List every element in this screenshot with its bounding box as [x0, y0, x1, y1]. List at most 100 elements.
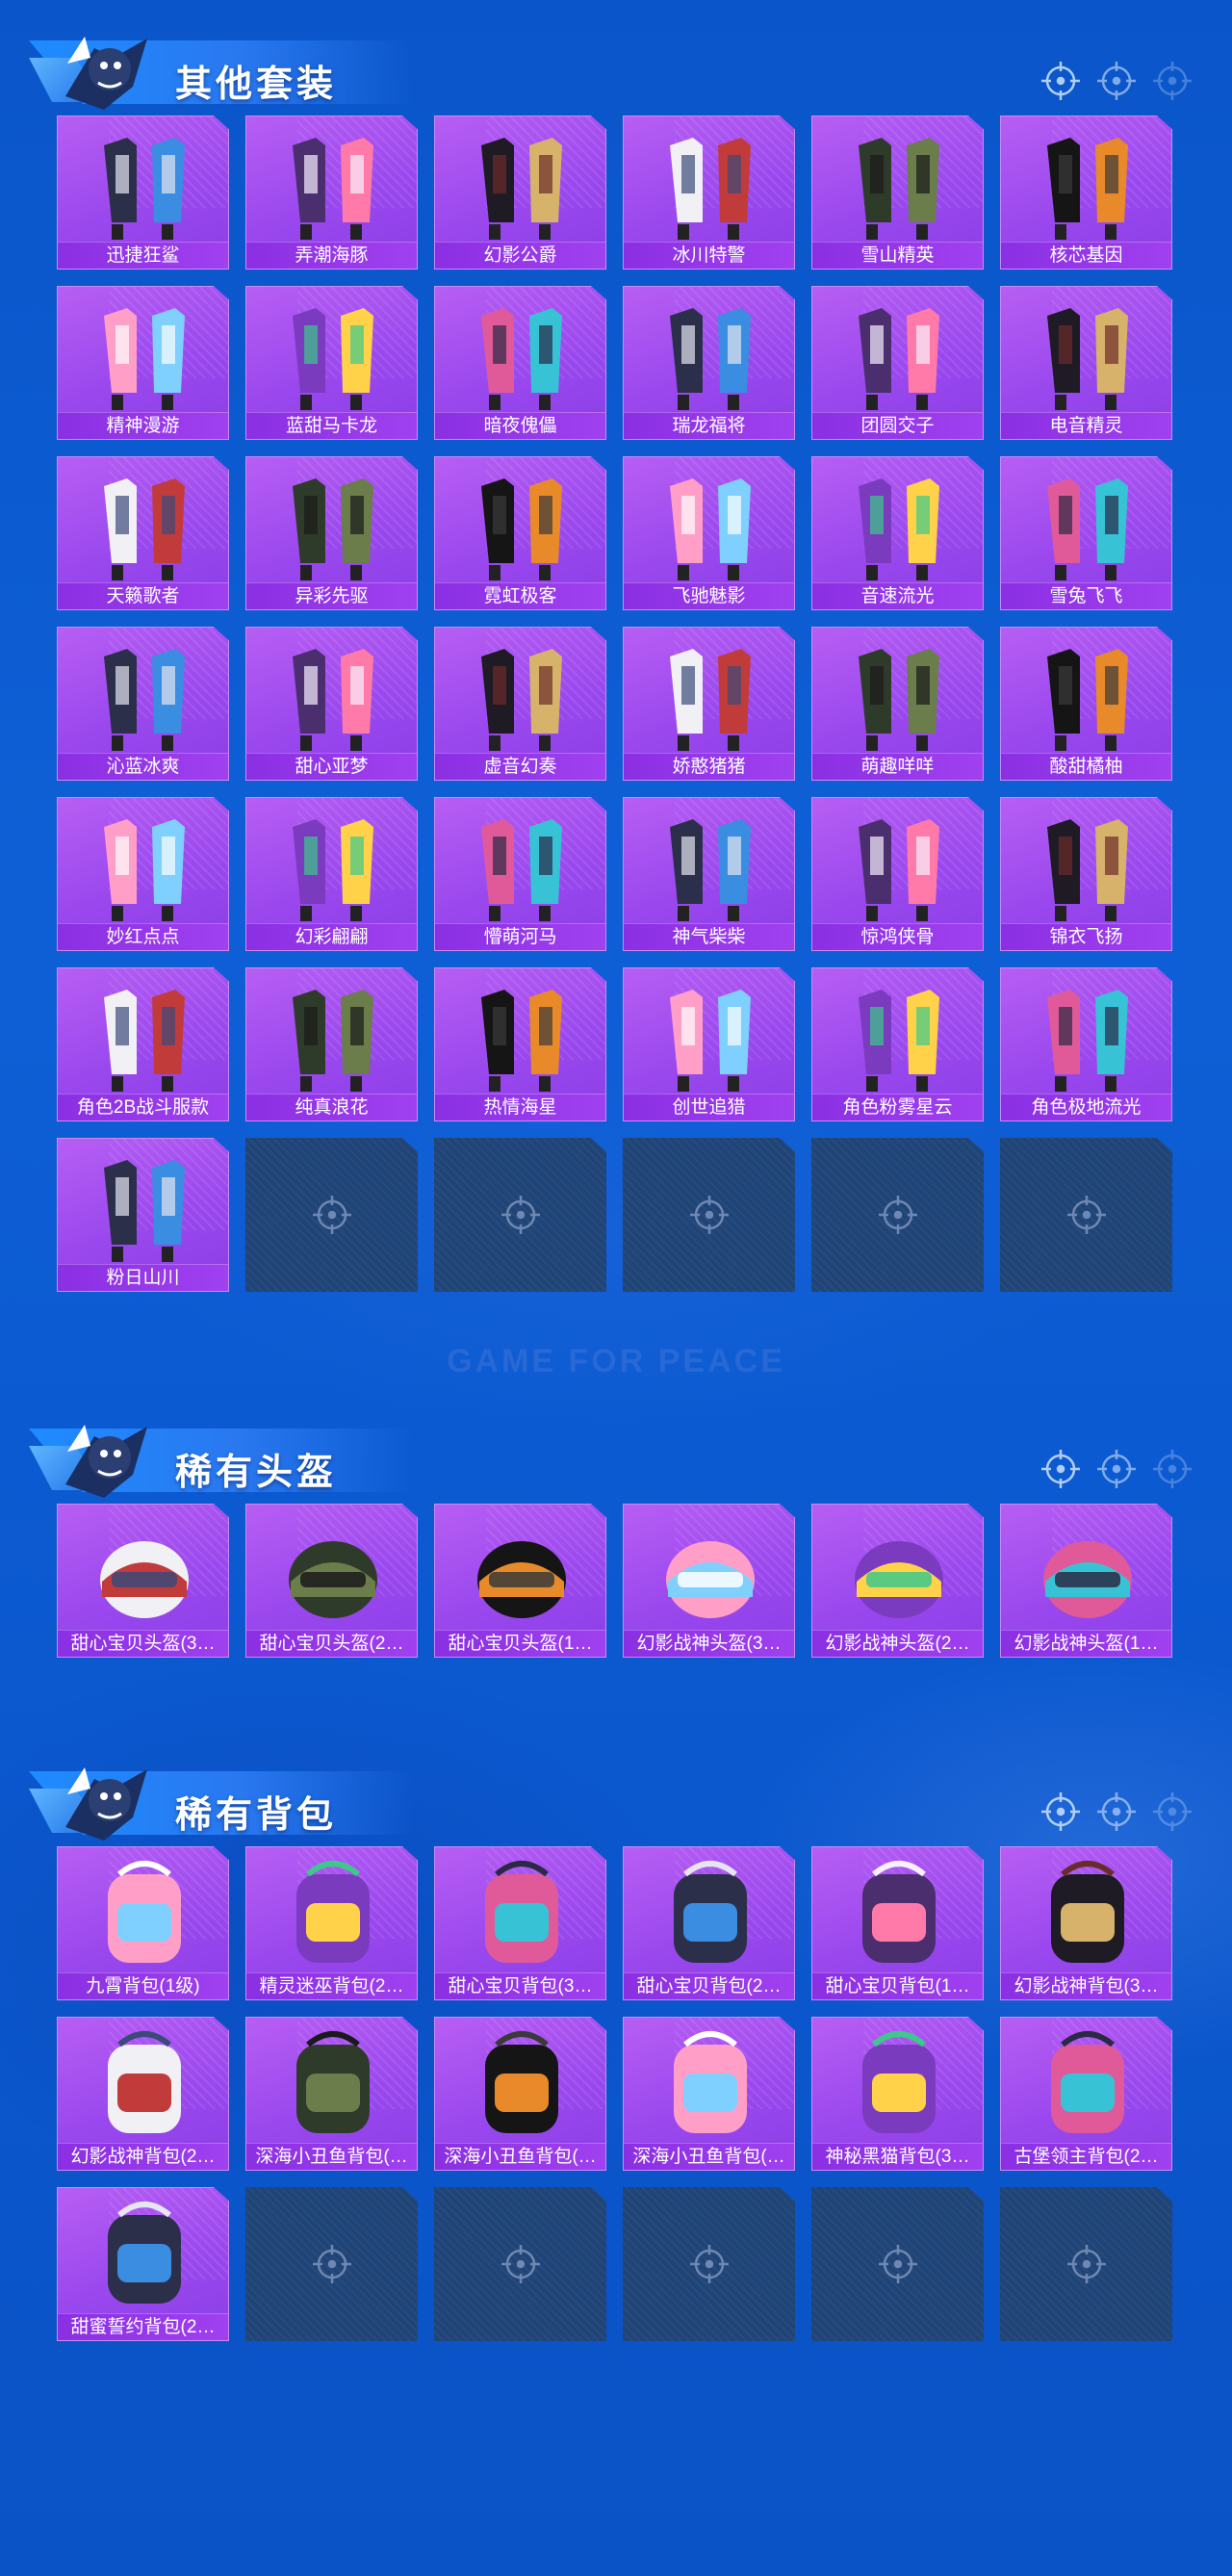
item-card[interactable]: 霓虹极客 — [434, 456, 606, 610]
item-card[interactable]: 甜心宝贝背包(3… — [434, 1846, 606, 2000]
item-card[interactable]: 妙红点点 — [57, 797, 229, 951]
crosshair-icon — [1097, 62, 1136, 100]
item-label: 创世追猎 — [624, 1094, 794, 1121]
item-card[interactable]: 雪兔飞飞 — [1000, 456, 1172, 610]
item-card[interactable]: 雪山精英 — [811, 116, 984, 270]
item-label: 虚音幻奏 — [435, 753, 605, 780]
item-card[interactable]: 热情海星 — [434, 967, 606, 1121]
item-card[interactable]: 惊鸿侠骨 — [811, 797, 984, 951]
item-card[interactable]: 甜心宝贝头盔(1… — [434, 1504, 606, 1658]
item-label: 核芯基因 — [1001, 242, 1171, 269]
item-card[interactable]: 核芯基因 — [1000, 116, 1172, 270]
item-label: 天籁歌者 — [58, 582, 228, 609]
item-card[interactable]: 弄潮海豚 — [245, 116, 418, 270]
item-card[interactable]: 锦衣飞扬 — [1000, 797, 1172, 951]
item-card[interactable]: 甜心宝贝头盔(2… — [245, 1504, 418, 1658]
item-label: 幻影战神头盔(2… — [812, 1630, 983, 1657]
item-card[interactable]: 幻影公爵 — [434, 116, 606, 270]
item-card[interactable]: 纯真浪花 — [245, 967, 418, 1121]
item-image — [481, 138, 562, 240]
item-card[interactable]: 幻影战神头盔(2… — [811, 1504, 984, 1658]
item-card[interactable]: 精灵迷巫背包(2… — [245, 1846, 418, 2000]
item-card[interactable]: 电音精灵 — [1000, 286, 1172, 440]
item-card[interactable]: 粉日山川 — [57, 1138, 229, 1292]
item-card[interactable]: 角色粉雾星云 — [811, 967, 984, 1121]
item-card[interactable]: 酸甜橘柚 — [1000, 627, 1172, 781]
item-image — [477, 1541, 566, 1618]
item-card[interactable]: 冰川特警 — [623, 116, 795, 270]
item-card[interactable]: 深海小丑鱼背包(… — [245, 2017, 418, 2171]
item-card[interactable]: 深海小丑鱼背包(… — [623, 2017, 795, 2171]
mascot-icon — [65, 37, 147, 110]
item-card[interactable]: 九霄背包(1级) — [57, 1846, 229, 2000]
item-card[interactable]: 异彩先驱 — [245, 456, 418, 610]
item-label: 萌趣咩咩 — [812, 753, 983, 780]
item-image — [1051, 2031, 1124, 2133]
item-card[interactable]: 角色2B战斗服款 — [57, 967, 229, 1121]
section-header: 稀有背包 — [0, 1750, 1232, 1846]
item-card[interactable]: 甜心宝贝背包(2… — [623, 1846, 795, 2000]
crosshair-icon — [1041, 1792, 1080, 1831]
item-card[interactable]: 飞驰魅影 — [623, 456, 795, 610]
item-card[interactable]: 蓝甜马卡龙 — [245, 286, 418, 440]
item-card[interactable]: 精神漫游 — [57, 286, 229, 440]
item-card[interactable]: 幻影战神头盔(3… — [623, 1504, 795, 1658]
item-card[interactable]: 迅捷狂鲨 — [57, 116, 229, 270]
item-label: 雪山精英 — [812, 242, 983, 269]
item-label: 甜心宝贝头盔(1… — [435, 1630, 605, 1657]
item-card[interactable]: 幻影战神头盔(1… — [1000, 1504, 1172, 1658]
item-label: 懵萌河马 — [435, 923, 605, 950]
item-label: 弄潮海豚 — [246, 242, 417, 269]
item-card[interactable]: 深海小丑鱼背包(… — [434, 2017, 606, 2171]
item-image — [104, 819, 185, 921]
item-image — [670, 990, 751, 1092]
item-card[interactable]: 幻彩翩翩 — [245, 797, 418, 951]
item-label: 甜心宝贝背包(2… — [624, 1972, 794, 1999]
item-card[interactable]: 角色极地流光 — [1000, 967, 1172, 1121]
crosshair-icon — [1067, 2245, 1106, 2283]
crosshair-icon — [1097, 1792, 1136, 1831]
section-helmets: 稀有头盔 甜心宝贝头盔(3… 甜心宝贝头盔(2… 甜心宝贝头盔(1… 幻影战神头盔(3… — [0, 1407, 1232, 1658]
item-card[interactable]: 神气柴柴 — [623, 797, 795, 951]
crosshair-decor — [1040, 60, 1194, 102]
item-label: 瑞龙福将 — [624, 412, 794, 439]
item-card[interactable]: 古堡领主背包(2… — [1000, 2017, 1172, 2171]
watermark-text: GAME FOR PEACE — [447, 1343, 785, 1379]
item-label: 深海小丑鱼背包(… — [624, 2143, 794, 2170]
item-image — [670, 138, 751, 240]
item-card[interactable]: 团圆交子 — [811, 286, 984, 440]
item-card[interactable]: 幻影战神背包(2… — [57, 2017, 229, 2171]
item-image — [104, 990, 185, 1092]
empty-slot — [623, 2187, 795, 2341]
item-card[interactable]: 暗夜傀儡 — [434, 286, 606, 440]
item-card[interactable]: 天籁歌者 — [57, 456, 229, 610]
empty-slot — [811, 1138, 984, 1292]
item-image — [1051, 1861, 1124, 1963]
crosshair-decor — [1040, 1790, 1194, 1833]
item-card[interactable]: 音速流光 — [811, 456, 984, 610]
item-label: 幻影战神背包(3… — [1001, 1972, 1171, 1999]
crosshair-icon — [1041, 62, 1080, 100]
item-card[interactable]: 幻影战神背包(3… — [1000, 1846, 1172, 2000]
crosshair-icon — [1067, 1196, 1106, 1234]
item-label: 神气柴柴 — [624, 923, 794, 950]
crosshair-icon — [1041, 1450, 1080, 1488]
item-card[interactable]: 甜蜜誓约背包(2… — [57, 2187, 229, 2341]
item-card[interactable]: 沁蓝冰爽 — [57, 627, 229, 781]
item-card[interactable]: 神秘黑猫背包(3… — [811, 2017, 984, 2171]
item-card[interactable]: 甜心亚梦 — [245, 627, 418, 781]
item-card[interactable]: 懵萌河马 — [434, 797, 606, 951]
crosshair-icon — [1153, 62, 1192, 100]
item-card[interactable]: 创世追猎 — [623, 967, 795, 1121]
crosshair-icon — [313, 2245, 351, 2283]
item-card[interactable]: 萌趣咩咩 — [811, 627, 984, 781]
item-image — [859, 990, 939, 1092]
item-image — [100, 1541, 189, 1618]
section-header: 稀有头盔 — [0, 1407, 1232, 1504]
item-image — [862, 2031, 936, 2133]
item-card[interactable]: 娇憨猪猪 — [623, 627, 795, 781]
item-card[interactable]: 虚音幻奏 — [434, 627, 606, 781]
item-card[interactable]: 甜心宝贝头盔(3… — [57, 1504, 229, 1658]
item-card[interactable]: 瑞龙福将 — [623, 286, 795, 440]
item-card[interactable]: 甜心宝贝背包(1… — [811, 1846, 984, 2000]
